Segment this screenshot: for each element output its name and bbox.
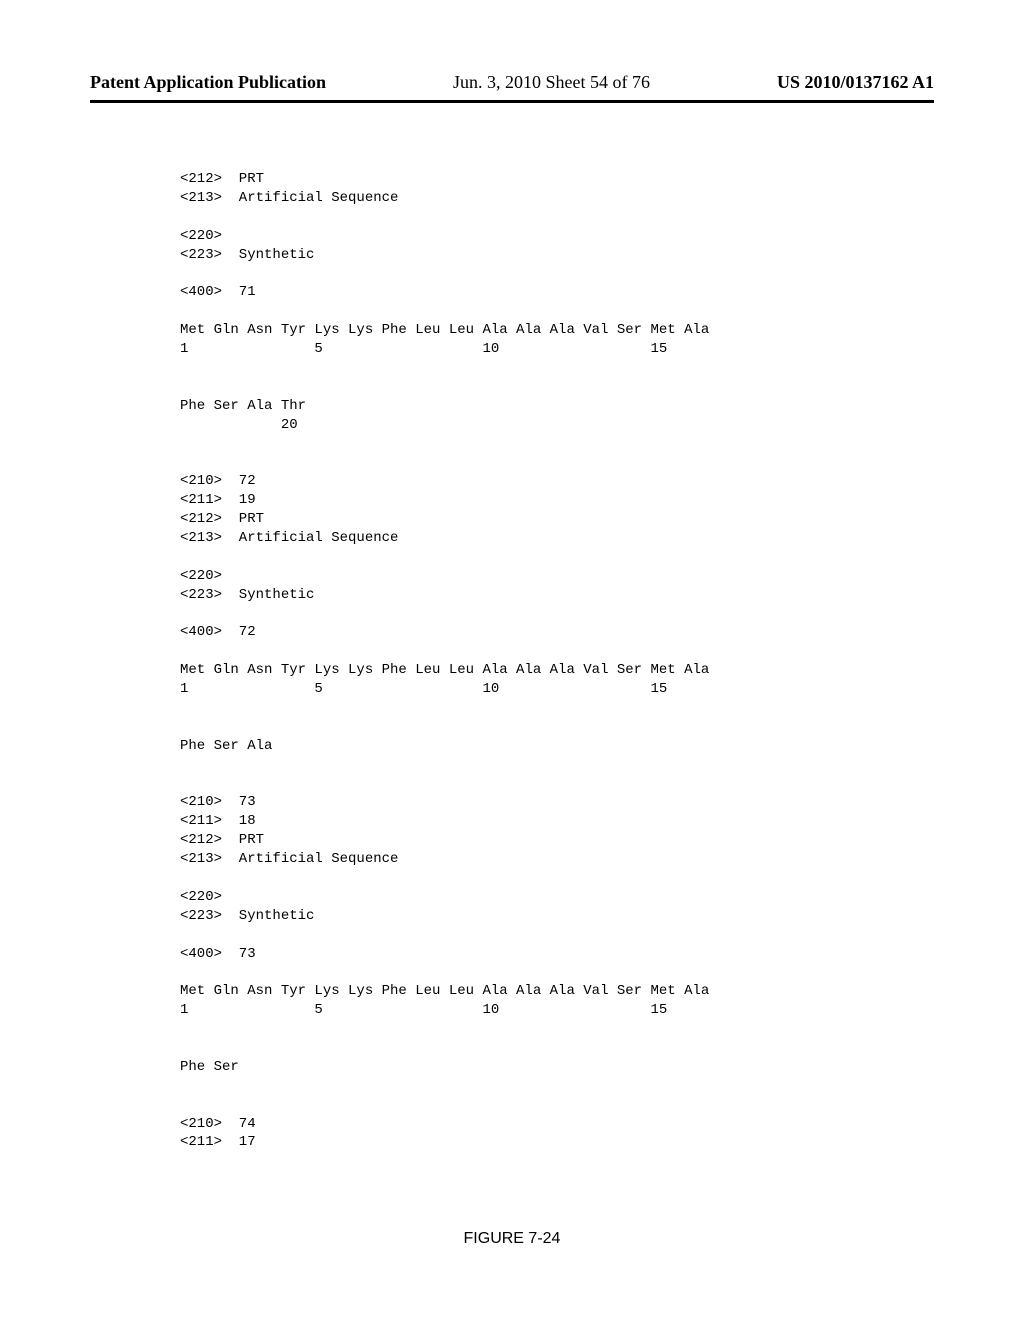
date-sheet-info: Jun. 3, 2010 Sheet 54 of 76	[453, 72, 650, 93]
publication-number: US 2010/0137162 A1	[777, 72, 934, 93]
figure-label: FIGURE 7-24	[0, 1230, 1024, 1248]
header-divider	[90, 100, 934, 103]
publication-title: Patent Application Publication	[90, 72, 326, 93]
page-header: Patent Application Publication Jun. 3, 2…	[0, 72, 1024, 93]
sequence-listing: <212> PRT <213> Artificial Sequence <220…	[180, 170, 844, 1152]
